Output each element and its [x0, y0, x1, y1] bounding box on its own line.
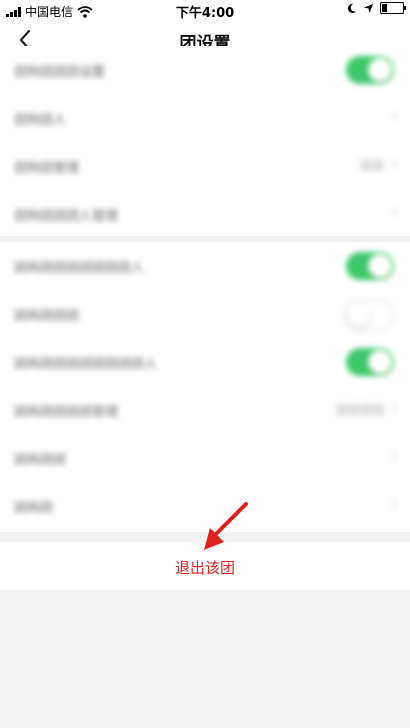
chevron-right-icon: › [392, 156, 398, 172]
toggle-switch[interactable] [344, 300, 394, 330]
chevron-right-icon: › [392, 496, 398, 512]
toggle-switch[interactable] [346, 56, 394, 84]
toggle-knob [347, 303, 371, 327]
settings-row-label: 团购团管理 [14, 161, 80, 176]
annotation-arrow-icon [204, 502, 248, 550]
toggle-knob [368, 58, 392, 82]
settings-row-label: 团购团团团团团团团人 [14, 261, 145, 276]
toggle-switch[interactable] [346, 348, 394, 376]
settings-row-value: 团团团团 [335, 403, 384, 417]
settings-row-label: 团购团团 [14, 453, 67, 468]
settings-group-1: 团购团团团设置 团购团人 › 团购团管理 团团 › 团购团团团人管理 › [0, 46, 410, 236]
settings-row[interactable]: 团购团团团人管理 › [0, 190, 410, 238]
settings-row-label: 团购团团团团管理 [14, 405, 119, 420]
location-icon [363, 3, 374, 13]
settings-row[interactable]: 团购团团团 [0, 290, 410, 338]
moon-icon [347, 3, 357, 13]
settings-row-label: 团购团团团 [14, 309, 80, 324]
settings-row-label: 团购团团团人管理 [14, 209, 119, 224]
settings-row[interactable]: 团购团团团团管理 团团团团 › [0, 386, 410, 434]
settings-row[interactable]: 团购团人 › [0, 94, 410, 142]
toggle-knob [368, 350, 392, 374]
chevron-right-icon: › [392, 400, 398, 416]
settings-row-label: 团购团团团团团团团团人 [14, 357, 158, 372]
toggle-knob [368, 254, 392, 278]
settings-row-value: 团团 [359, 159, 384, 173]
chevron-right-icon: › [392, 108, 398, 124]
settings-row-label: 团购团团团设置 [14, 65, 106, 80]
battery-icon [380, 2, 406, 14]
chevron-right-icon: › [392, 448, 398, 464]
settings-row[interactable]: 团购团管理 团团 › [0, 142, 410, 190]
settings-row-label: 团购团人 [14, 113, 67, 128]
exit-group-label: 退出该团 [174, 559, 235, 577]
settings-row-label: 团购团 [14, 501, 54, 516]
settings-row[interactable]: 团购团团团设置 [0, 46, 410, 94]
status-right [346, 2, 406, 14]
toggle-switch[interactable] [346, 252, 394, 280]
settings-row[interactable]: 团购团团团团团团团团人 [0, 338, 410, 386]
status-bar: 中国电信 下午4:00 [0, 0, 410, 21]
settings-row[interactable]: 团购团团 › [0, 434, 410, 482]
settings-row[interactable]: 团购团团团团团团团人 [0, 242, 410, 290]
chevron-right-icon: › [392, 204, 398, 220]
settings-group-2: 团购团团团团团团团人 团购团团团 团购团团团团团团团团人 团购团团团团管理 团团团团 › 团… [0, 242, 410, 532]
